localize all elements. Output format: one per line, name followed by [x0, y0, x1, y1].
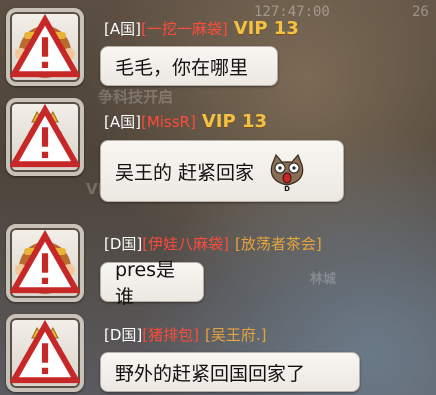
player-avatar[interactable]: [6, 314, 84, 392]
player-avatar[interactable]: [6, 98, 84, 176]
sender-info: [A国][MissR] VIP 13: [104, 110, 267, 134]
message-bubble: 毛毛，你在哪里: [100, 46, 278, 86]
shocked-owl-sticker-icon: D: [270, 153, 304, 191]
message-text: pres是谁: [115, 259, 176, 308]
sender-guild[interactable]: [一挖一麻袋]: [141, 20, 228, 38]
background-notice: 争科技开启: [98, 88, 174, 106]
warning-icon: [10, 229, 80, 294]
player-avatar[interactable]: [6, 8, 84, 86]
sender-title: [放荡者茶会]: [234, 235, 322, 253]
sender-title: [吴王府.]: [204, 326, 267, 344]
message-text: 毛毛，你在哪里: [115, 56, 249, 79]
message-text: 吴王的 赶紧回家: [115, 161, 255, 184]
warning-icon: [10, 13, 80, 78]
warning-icon: [10, 103, 80, 168]
background-notice: 林城: [310, 272, 337, 287]
sender-info: [D国][伊娃八麻袋] [放荡者茶会]: [104, 232, 322, 256]
sender-guild[interactable]: [猪排包]: [142, 326, 199, 344]
vip-badge: VIP 13: [201, 111, 267, 132]
sender-region: [A国]: [104, 20, 141, 38]
message-text: 野外的赶紧回国回家了: [115, 362, 306, 385]
vip-badge: VIP 13: [233, 18, 299, 39]
warning-icon: [10, 319, 80, 384]
sender-region: [D国]: [104, 235, 143, 253]
message-bubble: 野外的赶紧回国回家了: [100, 352, 360, 392]
player-avatar[interactable]: [6, 224, 84, 302]
sender-region: [A国]: [104, 113, 141, 131]
sender-region: [D国]: [104, 326, 143, 344]
sender-info: [D国][猪排包] [吴王府.]: [104, 323, 266, 347]
sender-guild[interactable]: [伊娃八麻袋]: [142, 235, 229, 253]
corner-counter: 26: [412, 4, 429, 20]
sticker-letter: D: [284, 185, 290, 191]
sender-guild[interactable]: [MissR]: [141, 113, 196, 131]
sender-info: [A国][一挖一麻袋] VIP 13: [104, 17, 299, 41]
message-bubble: pres是谁: [100, 259, 204, 308]
message-bubble: 吴王的 赶紧回家 D: [100, 140, 344, 202]
